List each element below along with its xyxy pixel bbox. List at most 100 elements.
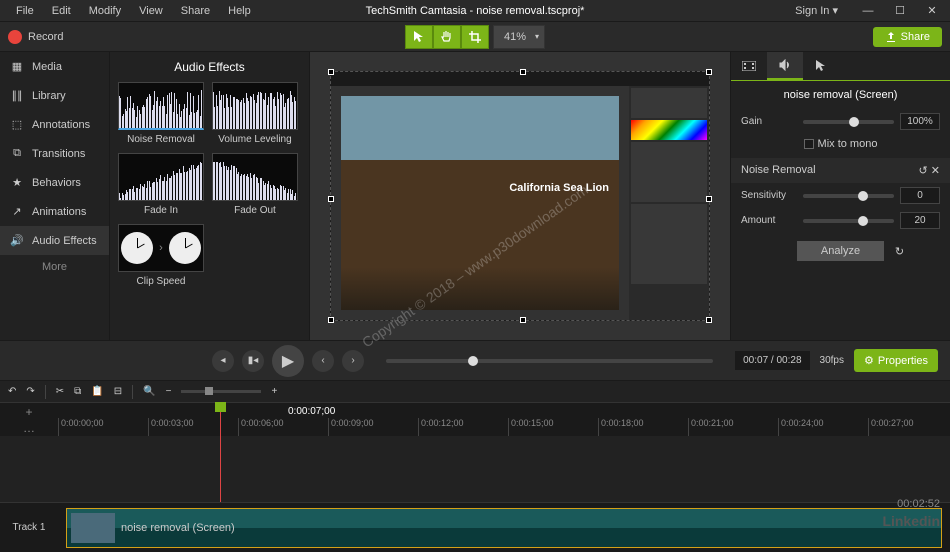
scrubber[interactable] (386, 359, 713, 363)
sidebar-item-label: Audio Effects (32, 235, 97, 247)
add-track-button[interactable]: + (25, 405, 32, 419)
timeline-toolbar: ↶ ↷ ✂ ⧉ 📋 ⊟ 🔍 − + (0, 380, 950, 402)
library-icon: ∥∥ (10, 89, 24, 102)
menu-edit[interactable]: Edit (44, 3, 79, 19)
sidebar-item-audio-effects[interactable]: 🔊Audio Effects (0, 226, 109, 255)
sidebar-item-annotations[interactable]: ⬚Annotations (0, 110, 109, 139)
main-area: ▦ Media ∥∥Library ⬚Annotations ⧉Transitio… (0, 52, 950, 340)
brand-watermark: Linkedin (882, 513, 940, 529)
properties-button[interactable]: ⚙Properties (854, 349, 938, 372)
next-clip-button[interactable]: › (342, 350, 364, 372)
undo-button[interactable]: ↶ (8, 386, 16, 397)
zoom-in-button[interactable]: + (271, 386, 277, 397)
amount-value[interactable]: 20 (900, 212, 940, 229)
zoom-select[interactable]: 41% (493, 25, 545, 49)
effect-fade-out[interactable]: Fade Out (212, 153, 298, 216)
paste-button[interactable]: 📋 (91, 386, 103, 397)
timeline-ruler[interactable]: 0:00:07;00 0:00:00;000:00:03;000:00:06;0… (58, 403, 950, 436)
props-tab-cursor[interactable] (803, 52, 839, 80)
add-track-buttons: + … (0, 403, 58, 436)
pan-tool[interactable] (433, 25, 461, 49)
effect-label: Noise Removal (118, 134, 204, 145)
sidebar-item-transitions[interactable]: ⧉Transitions (0, 139, 109, 168)
canvas-text: California Sea Lion (509, 182, 609, 194)
props-tab-visual[interactable] (731, 52, 767, 80)
close-button[interactable]: ✕ (922, 4, 942, 17)
clock-icon (121, 232, 153, 264)
sidebar-item-animations[interactable]: ↗Animations (0, 197, 109, 226)
playhead-time: 0:00:07;00 (288, 406, 335, 417)
amount-slider[interactable] (803, 219, 894, 223)
menu-view[interactable]: View (131, 3, 171, 19)
app-title: TechSmith Camtasia - noise removal.tscpr… (366, 5, 585, 17)
reset-icon[interactable]: ↺ (919, 165, 928, 177)
effect-label: Volume Leveling (212, 134, 298, 145)
zoom-out-button[interactable]: − (166, 386, 172, 397)
sensitivity-value[interactable]: 0 (900, 187, 940, 204)
sidebar-more[interactable]: More (0, 255, 109, 279)
share-label: Share (901, 31, 930, 43)
sidebar-item-label: Animations (32, 206, 86, 218)
playhead[interactable] (220, 402, 221, 502)
zoom-fit-button[interactable]: 🔍 (143, 386, 155, 397)
menu-file[interactable]: File (8, 3, 42, 19)
cut-button[interactable]: ✂ (56, 386, 64, 397)
menu-help[interactable]: Help (220, 3, 259, 19)
cursor-icon (816, 60, 826, 72)
amount-label: Amount (741, 215, 797, 226)
track-label[interactable]: Track 1 (0, 522, 58, 533)
refresh-icon[interactable]: ↻ (895, 245, 904, 258)
media-icon: ▦ (10, 60, 24, 73)
canvas[interactable]: California Sea Lion Copyright © 2018 – w… (310, 52, 730, 340)
canvas-media[interactable]: California Sea Lion (330, 71, 710, 321)
effect-clip-speed[interactable]: › Clip Speed (118, 224, 204, 287)
timeline-clip[interactable]: noise removal (Screen) (66, 508, 942, 548)
props-tab-audio[interactable] (767, 52, 803, 80)
zoom-value: 41% (504, 31, 526, 43)
properties-panel: noise removal (Screen) Gain 100% Mix to … (730, 52, 950, 340)
menu-modify[interactable]: Modify (81, 3, 129, 19)
maximize-button[interactable]: ☐ (890, 4, 910, 17)
toolbar: Record 41% Share (0, 22, 950, 52)
remove-track-button[interactable]: … (23, 421, 35, 435)
behaviors-icon: ★ (10, 176, 24, 189)
pointer-tool[interactable] (405, 25, 433, 49)
zoom-slider[interactable] (181, 390, 261, 393)
sidebar-item-label: Annotations (32, 119, 90, 131)
props-title: noise removal (Screen) (731, 81, 950, 109)
crop-tool[interactable] (461, 25, 489, 49)
record-label: Record (28, 31, 63, 43)
prev-clip-button[interactable]: ◂ (212, 350, 234, 372)
speaker-icon (779, 59, 791, 71)
gain-slider[interactable] (803, 120, 894, 124)
step-back-button[interactable]: ▮◂ (242, 350, 264, 372)
mix-mono-checkbox[interactable] (804, 139, 814, 149)
analyze-button[interactable]: Analyze ↻ (797, 241, 884, 261)
transitions-icon: ⧉ (10, 147, 24, 160)
sidebar-item-label: Media (32, 61, 62, 73)
canvas-tools: 41% (405, 25, 545, 49)
clip-thumbnail (71, 513, 115, 543)
sidebar-item-media[interactable]: ▦ Media (0, 52, 109, 81)
redo-button[interactable]: ↷ (26, 386, 34, 397)
fps-display: 30fps (820, 355, 844, 366)
effect-fade-in[interactable]: Fade In (118, 153, 204, 216)
sidebar: ▦ Media ∥∥Library ⬚Annotations ⧉Transitio… (0, 52, 110, 340)
minimize-button[interactable]: — (858, 5, 878, 17)
sensitivity-slider[interactable] (803, 194, 894, 198)
play-button[interactable]: ▶ (272, 345, 304, 377)
split-button[interactable]: ⊟ (114, 386, 122, 397)
sidebar-item-behaviors[interactable]: ★Behaviors (0, 168, 109, 197)
share-button[interactable]: Share (873, 27, 942, 47)
signin-dropdown[interactable]: Sign In ▾ (795, 4, 838, 17)
effect-volume-leveling[interactable]: Volume Leveling (212, 82, 298, 145)
remove-icon[interactable]: ✕ (931, 165, 940, 177)
copy-button[interactable]: ⧉ (74, 386, 81, 397)
step-forward-button[interactable]: ‹ (312, 350, 334, 372)
record-button[interactable]: Record (8, 30, 63, 44)
sensitivity-label: Sensitivity (741, 190, 797, 201)
menu-share[interactable]: Share (173, 3, 218, 19)
effect-noise-removal[interactable]: Noise Removal (118, 82, 204, 145)
gain-value[interactable]: 100% (900, 113, 940, 130)
sidebar-item-library[interactable]: ∥∥Library (0, 81, 109, 110)
